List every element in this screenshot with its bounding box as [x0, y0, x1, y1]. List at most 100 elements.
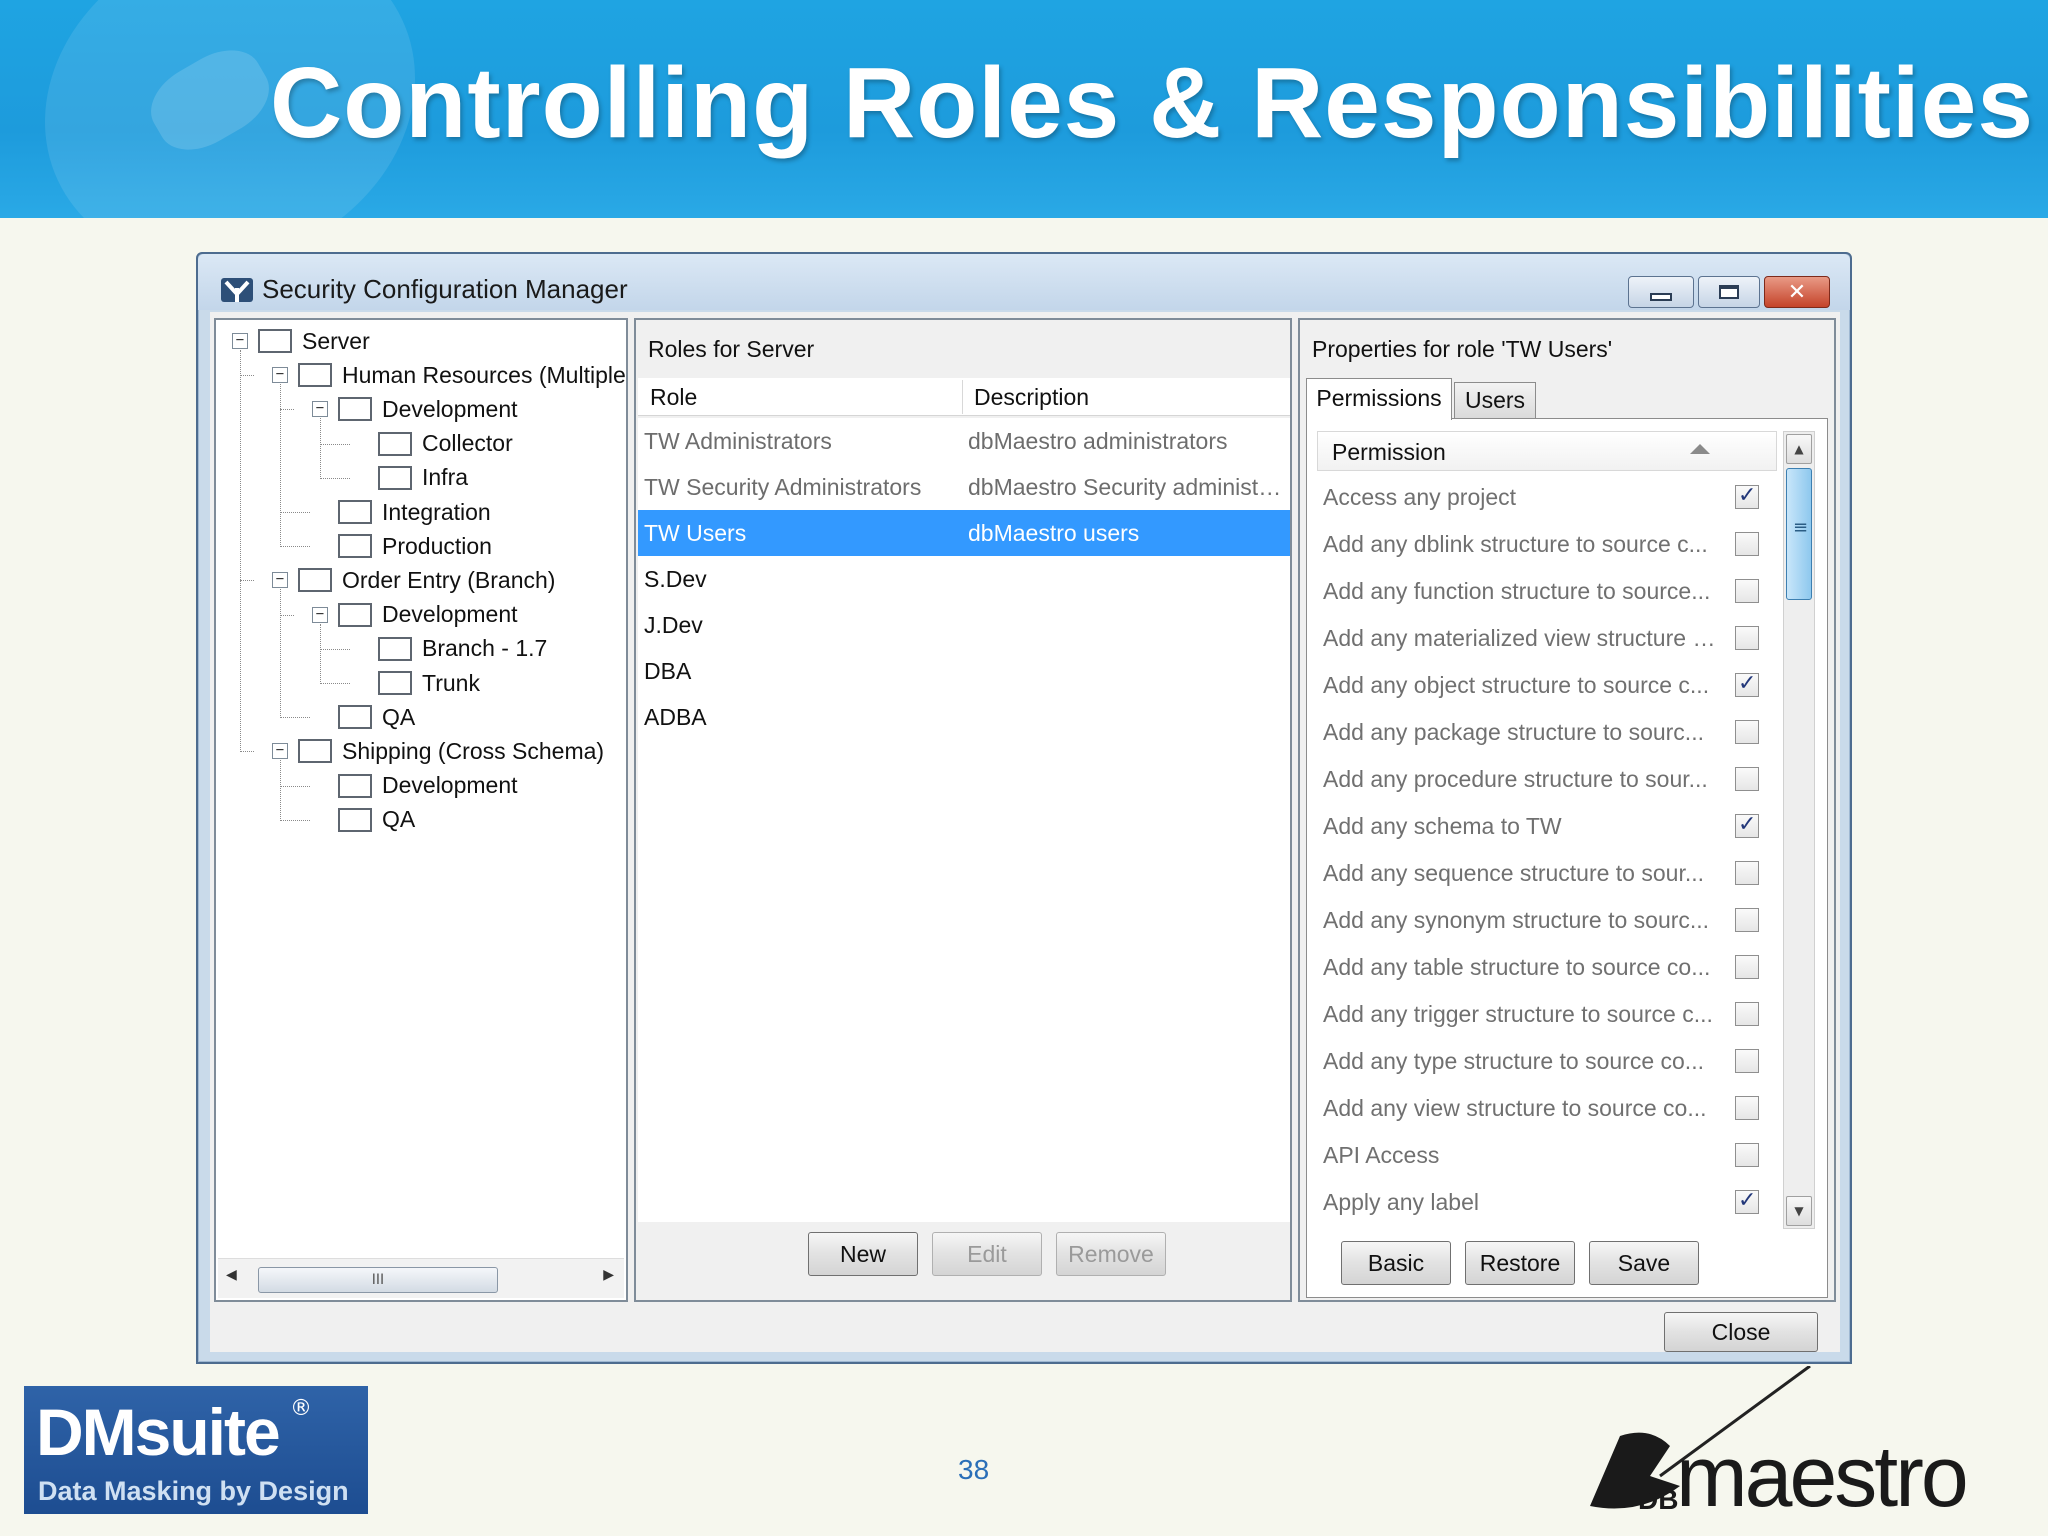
scroll-up-icon[interactable]: ▲: [1786, 434, 1812, 464]
tree-node[interactable]: QA: [312, 700, 415, 734]
permission-row[interactable]: Apply any label: [1317, 1178, 1777, 1225]
role-row[interactable]: ADBA: [638, 694, 1290, 740]
permission-checkbox[interactable]: [1735, 1188, 1759, 1214]
permission-row[interactable]: Add any package structure to sourc...: [1317, 708, 1777, 755]
permission-checkbox[interactable]: [1735, 861, 1759, 885]
tree-node[interactable]: Branch - 1.7: [352, 632, 547, 666]
tree-node[interactable]: Infra: [352, 461, 468, 495]
tree-node[interactable]: Integration: [312, 495, 491, 529]
properties-panel-title: Properties for role 'TW Users': [1312, 336, 1613, 362]
tree-connector: [240, 751, 254, 753]
tree-node[interactable]: QA: [312, 803, 415, 837]
tree-connector: [280, 546, 310, 548]
role-row[interactable]: TW Administrators dbMaestro administrator…: [638, 418, 1290, 464]
permission-checkbox[interactable]: [1735, 626, 1759, 650]
permission-row[interactable]: Add any schema to TW: [1317, 802, 1777, 849]
save-button[interactable]: Save: [1589, 1241, 1699, 1285]
folder-icon: [338, 602, 372, 627]
permission-label: Add any procedure structure to sour...: [1323, 766, 1708, 792]
tree-node[interactable]: − Server: [232, 324, 370, 358]
tree-node[interactable]: − Development: [312, 598, 518, 632]
permission-checkbox[interactable]: [1735, 671, 1759, 697]
tree-node[interactable]: − Development: [312, 392, 518, 426]
permission-label: Add any materialized view structure t...: [1323, 625, 1717, 651]
collapse-icon[interactable]: −: [232, 333, 248, 349]
tree-node[interactable]: − Order Entry (Branch): [272, 563, 555, 597]
permission-row[interactable]: Add any view structure to source co...: [1317, 1084, 1777, 1131]
permission-checkbox[interactable]: [1735, 1096, 1759, 1120]
permission-column-header[interactable]: Permission: [1317, 431, 1777, 471]
permission-row[interactable]: Add any type structure to source co...: [1317, 1037, 1777, 1084]
collapse-icon[interactable]: −: [312, 401, 328, 418]
permission-row[interactable]: Add any synonym structure to sourc...: [1317, 896, 1777, 943]
collapse-icon[interactable]: −: [272, 743, 288, 760]
column-divider[interactable]: [962, 380, 963, 414]
tree-connector: [280, 819, 310, 821]
remove-role-button[interactable]: Remove: [1056, 1232, 1166, 1276]
folder-icon: [378, 431, 412, 456]
window-titlebar[interactable]: Security Configuration Manager ✕: [198, 254, 1850, 310]
permission-checkbox[interactable]: [1735, 812, 1759, 838]
roles-panel-title: Roles for Server: [648, 336, 815, 362]
permission-row[interactable]: Add any materialized view structure t...: [1317, 614, 1777, 661]
tab-permissions[interactable]: Permissions: [1306, 378, 1452, 420]
permissions-vertical-scrollbar[interactable]: ▲ ▼: [1783, 431, 1815, 1229]
permission-label: Add any package structure to sourc...: [1323, 719, 1704, 745]
restore-button[interactable]: Restore: [1465, 1241, 1575, 1285]
tree-node[interactable]: Production: [312, 529, 492, 563]
maximize-button[interactable]: [1698, 276, 1760, 308]
slide-banner: Controlling Roles & Responsibilities: [0, 0, 2048, 218]
permission-checkbox[interactable]: [1735, 955, 1759, 979]
minimize-icon: [1650, 293, 1672, 301]
permission-checkbox[interactable]: [1735, 1049, 1759, 1073]
window-close-button[interactable]: ✕: [1764, 276, 1830, 308]
scrollbar-thumb[interactable]: [1786, 468, 1812, 600]
edit-role-button[interactable]: Edit: [932, 1232, 1042, 1276]
role-row[interactable]: S.Dev: [638, 556, 1290, 602]
role-description: dbMaestro administrators: [968, 428, 1228, 454]
role-row[interactable]: TW Security Administrators dbMaestro Secu…: [638, 464, 1290, 510]
permission-label: Add any function structure to source...: [1323, 578, 1711, 604]
collapse-icon[interactable]: −: [312, 606, 328, 623]
tree-horizontal-scrollbar[interactable]: ◀ III ▶: [218, 1258, 624, 1298]
scrollbar-thumb[interactable]: III: [258, 1267, 498, 1293]
permission-row[interactable]: Add any trigger structure to source c...: [1317, 990, 1777, 1037]
permission-row[interactable]: Add any procedure structure to sour...: [1317, 755, 1777, 802]
collapse-icon[interactable]: −: [272, 367, 288, 384]
tree-node[interactable]: Collector: [352, 427, 513, 461]
tree-node[interactable]: Trunk: [352, 666, 480, 700]
role-column-header[interactable]: Role: [650, 384, 697, 411]
permission-row[interactable]: API Access: [1317, 1131, 1777, 1178]
permission-row[interactable]: Add any function structure to source...: [1317, 567, 1777, 614]
permission-checkbox[interactable]: [1735, 532, 1759, 556]
scroll-left-icon[interactable]: ◀: [226, 1267, 237, 1283]
permission-row[interactable]: Add any table structure to source co...: [1317, 943, 1777, 990]
scroll-down-icon[interactable]: ▼: [1786, 1196, 1812, 1226]
minimize-button[interactable]: [1628, 276, 1694, 308]
permission-checkbox[interactable]: [1735, 483, 1759, 509]
permission-checkbox[interactable]: [1735, 1002, 1759, 1026]
permission-label: Add any type structure to source co...: [1323, 1048, 1704, 1074]
tree-node[interactable]: − Human Resources (Multiple: [272, 358, 626, 392]
tree-node[interactable]: Development: [312, 769, 518, 803]
role-row[interactable]: TW Users dbMaestro users: [638, 510, 1290, 556]
permission-row[interactable]: Add any sequence structure to sour...: [1317, 849, 1777, 896]
permission-checkbox[interactable]: [1735, 908, 1759, 932]
permission-checkbox[interactable]: [1735, 1143, 1759, 1167]
new-role-button[interactable]: New: [808, 1232, 918, 1276]
close-button[interactable]: Close: [1664, 1312, 1818, 1352]
permission-row[interactable]: Add any dblink structure to source c...: [1317, 520, 1777, 567]
basic-button[interactable]: Basic: [1341, 1241, 1451, 1285]
description-column-header[interactable]: Description: [974, 384, 1089, 411]
permission-row[interactable]: Add any object structure to source c...: [1317, 661, 1777, 708]
tab-users[interactable]: Users: [1454, 382, 1536, 418]
tree-node[interactable]: − Shipping (Cross Schema): [272, 734, 604, 768]
permission-checkbox[interactable]: [1735, 579, 1759, 603]
scroll-right-icon[interactable]: ▶: [603, 1267, 614, 1283]
role-row[interactable]: J.Dev: [638, 602, 1290, 648]
permission-row[interactable]: Access any project: [1317, 473, 1777, 520]
permission-checkbox[interactable]: [1735, 720, 1759, 744]
role-row[interactable]: DBA: [638, 648, 1290, 694]
permission-checkbox[interactable]: [1735, 767, 1759, 791]
collapse-icon[interactable]: −: [272, 572, 288, 589]
